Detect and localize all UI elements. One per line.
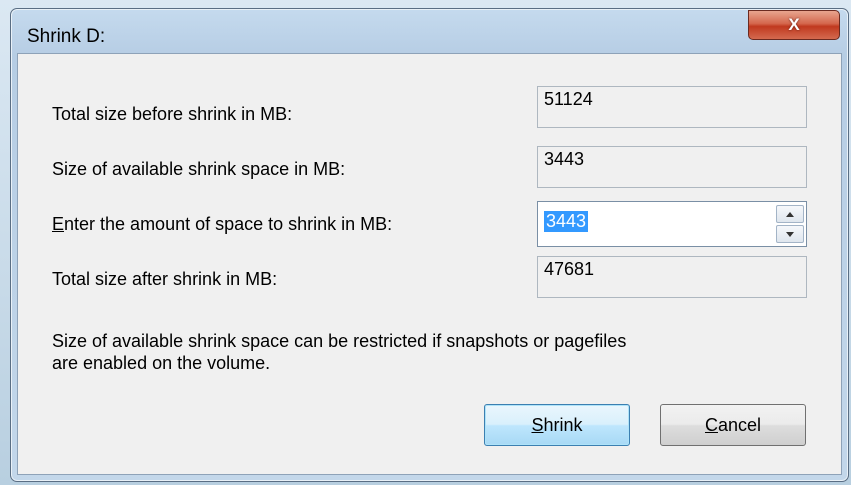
- shrink-button-label: hrink: [543, 414, 583, 435]
- close-icon: X: [788, 15, 800, 34]
- total-after-value: 47681: [544, 259, 595, 279]
- shrink-dialog: Shrink D: X Total size before shrink in …: [10, 8, 849, 482]
- chevron-down-icon: [786, 231, 794, 237]
- note-line-1: Size of available shrink space can be re…: [52, 331, 627, 351]
- cancel-button-accel: C: [704, 414, 718, 435]
- spin-up-button[interactable]: [776, 205, 804, 223]
- shrink-amount-input[interactable]: 3443: [544, 211, 589, 232]
- spin-down-button[interactable]: [776, 225, 804, 243]
- shrink-amount-label-accel: E: [52, 214, 65, 234]
- total-before-label: Total size before shrink in MB:: [52, 104, 293, 124]
- title-bar[interactable]: Shrink D: X: [11, 9, 848, 53]
- cancel-button-label: ancel: [717, 414, 762, 435]
- total-before-field: 51124: [537, 86, 807, 128]
- shrink-amount-label-text: nter the amount of space to shrink in MB…: [64, 214, 393, 234]
- shrink-amount-spinbox[interactable]: 3443: [537, 201, 807, 247]
- close-button[interactable]: X: [748, 10, 840, 40]
- available-space-label: Size of available shrink space in MB:: [52, 159, 346, 179]
- spin-buttons: [776, 205, 804, 243]
- total-before-value: 51124: [544, 89, 593, 109]
- total-after-label: Total size after shrink in MB:: [52, 269, 278, 289]
- restriction-note: Size of available shrink space can be re…: [52, 330, 772, 374]
- note-line-2: are enabled on the volume.: [52, 353, 271, 373]
- dialog-title: Shrink D:: [27, 26, 106, 47]
- total-after-field: 47681: [537, 256, 807, 298]
- cancel-button[interactable]: Cancel: [660, 404, 806, 446]
- available-space-field: 3443: [537, 146, 807, 188]
- chevron-up-icon: [786, 211, 794, 217]
- shrink-amount-label: Enter the amount of space to shrink in M…: [52, 214, 392, 235]
- dialog-body: Total size before shrink in MB: 51124 Si…: [17, 53, 842, 475]
- shrink-button[interactable]: Shrink: [484, 404, 630, 446]
- shrink-button-accel: S: [531, 414, 544, 435]
- available-space-value: 3443: [544, 149, 585, 169]
